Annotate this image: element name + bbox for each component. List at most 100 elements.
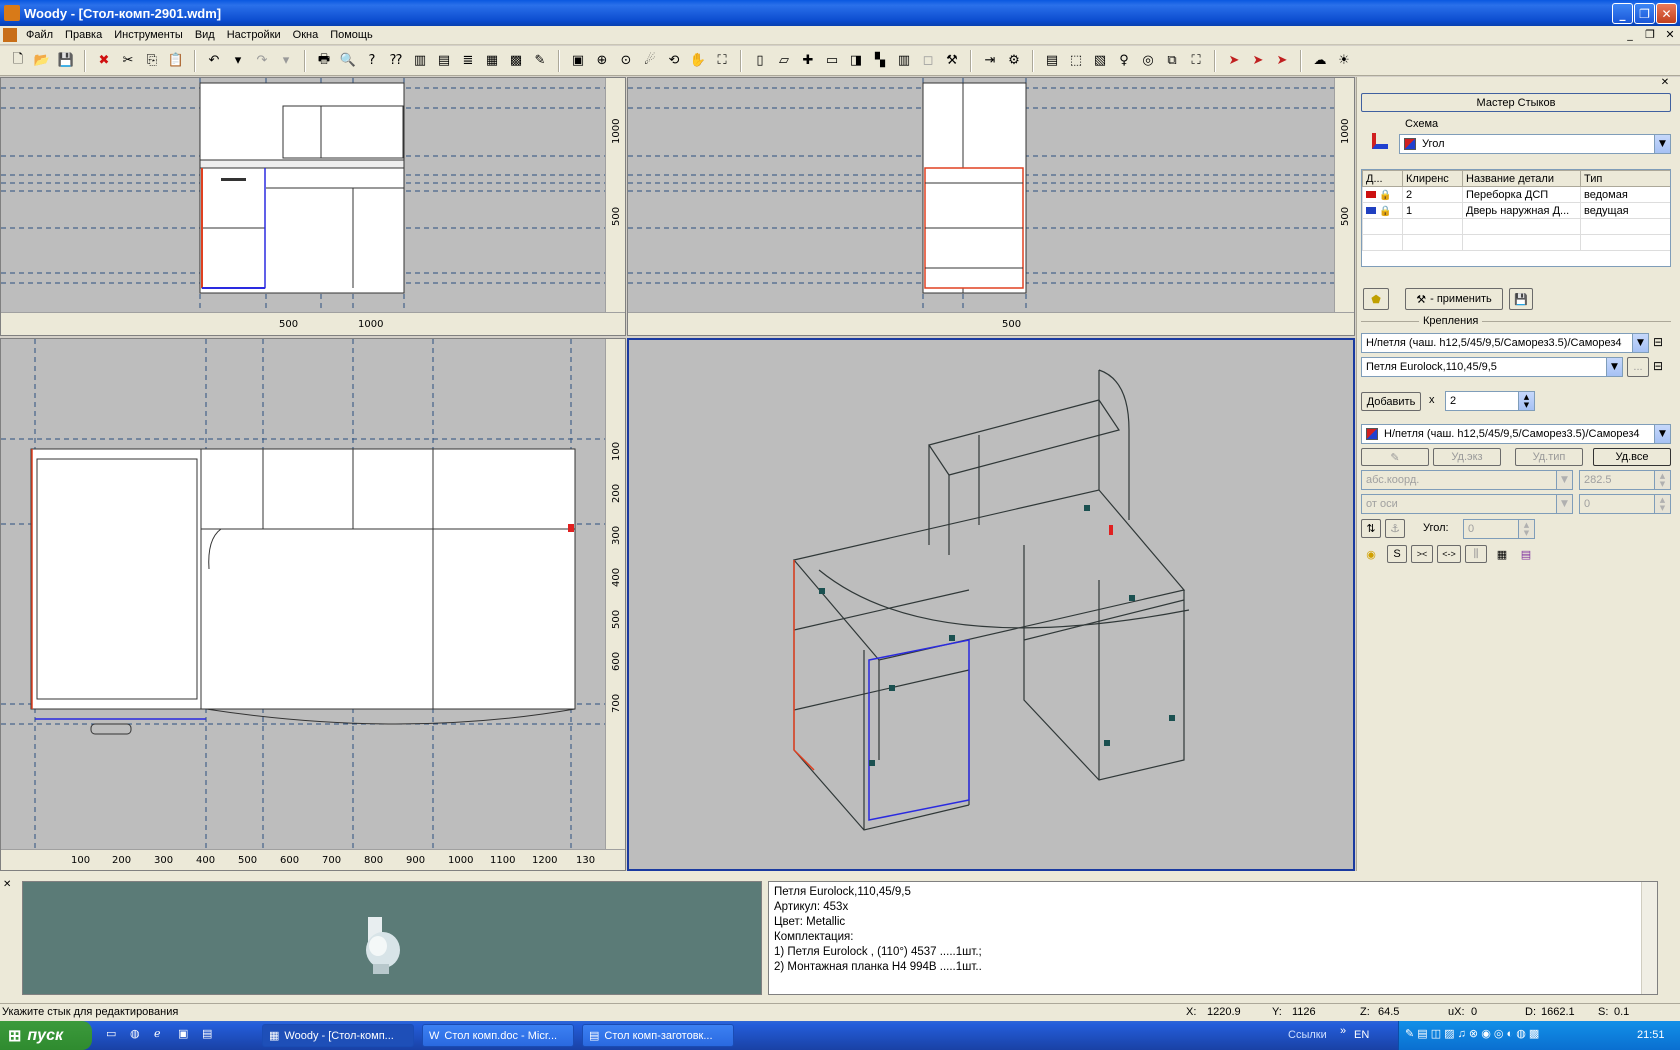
apply-button[interactable]: ⚒ - применить [1405, 288, 1503, 310]
viewport-3d[interactable] [627, 338, 1355, 871]
joint-wizard-header[interactable]: Мастер Стыков [1361, 93, 1671, 112]
light-icon[interactable]: ♀ [1113, 50, 1135, 72]
cylinder-icon[interactable]: ◎ [1137, 50, 1159, 72]
delete-all-button[interactable]: Уд.все [1593, 448, 1671, 466]
fit-all-icon[interactable]: ⛶ [711, 50, 733, 72]
export-icon[interactable]: ⇥ [979, 50, 1001, 72]
eraser-button[interactable]: ⬟ [1363, 288, 1389, 310]
paste-icon[interactable]: 📋 [165, 50, 187, 72]
chevron-down-icon[interactable]: ▼ [1632, 334, 1648, 352]
flip-button[interactable]: ⇅ [1361, 519, 1381, 538]
chevron-down-icon[interactable]: ▼ [1654, 135, 1670, 153]
print-preview-icon[interactable]: 🔍 [337, 50, 359, 72]
task-blank-doc[interactable]: ▤ Стол комп-заготовк... [582, 1024, 734, 1047]
open-folder-icon[interactable]: 📂 [31, 50, 53, 72]
wand-icon[interactable]: ✎ [529, 50, 551, 72]
links-chevron-icon[interactable]: » [1340, 1025, 1346, 1037]
colors-icon[interactable]: ▚ [869, 50, 891, 72]
zoom-icon[interactable]: ⊙ [615, 50, 637, 72]
axis-value-spinner[interactable]: 0 ▲ ▼ [1579, 494, 1671, 514]
picker-button[interactable]: ✎ [1361, 448, 1429, 466]
arrow-tool-2-icon[interactable]: ➤ [1247, 50, 1269, 72]
calculator-icon[interactable]: ▤ [202, 1027, 212, 1040]
panel-close-icon[interactable]: ✕ [1657, 77, 1673, 91]
menu-help[interactable]: Помощь [324, 29, 379, 41]
view-render-icon[interactable]: ▧ [1089, 50, 1111, 72]
chevron-down-icon[interactable]: ▼ [1606, 358, 1622, 376]
angle-spinner[interactable]: 0 ▲ ▼ [1463, 519, 1535, 539]
tray-icons[interactable]: ✎ ▤ ◫ ▨ ♫ ⊗ ◉ ◎ ◐ ◍ ▩ [1405, 1027, 1539, 1040]
task-woody[interactable]: ▦ Woody - [Стол-комп... [262, 1024, 414, 1047]
undo-list-icon[interactable]: ▾ [227, 50, 249, 72]
cut-icon[interactable]: ✂ [117, 50, 139, 72]
library-icon[interactable]: ▥ [409, 50, 431, 72]
column-header-clearance[interactable]: Клиренс [1402, 170, 1463, 187]
rotate-icon[interactable]: ⟲ [663, 50, 685, 72]
viewport-side[interactable]: 1000 500 500 [627, 77, 1355, 336]
mdi-restore-button[interactable]: ❐ [1642, 28, 1658, 42]
door-icon[interactable]: ◨ [845, 50, 867, 72]
column-header-part-name[interactable]: Название детали [1462, 170, 1581, 187]
fastening-select-3[interactable]: Н/петля (чаш. h12,5/45/9,5/Саморез3.5)/С… [1361, 424, 1671, 444]
browse-button[interactable]: ... [1627, 357, 1649, 377]
undo-icon[interactable]: ↶ [203, 50, 225, 72]
task-word-doc[interactable]: W Стол комп.doc - Micr... [422, 1024, 574, 1047]
spinner-arrows-icon[interactable]: ▲ ▼ [1654, 471, 1670, 489]
language-indicator[interactable]: EN [1354, 1029, 1369, 1041]
book-button[interactable]: ▤ [1515, 545, 1537, 563]
coord-value-spinner[interactable]: 282.5 ▲ ▼ [1579, 470, 1671, 490]
spinner-arrows-icon[interactable]: ▲ ▼ [1518, 392, 1534, 410]
redo-list-icon[interactable]: ▾ [275, 50, 297, 72]
copy-icon[interactable]: ⎘ [141, 50, 163, 72]
view-front-icon[interactable]: ▤ [1041, 50, 1063, 72]
document-icon[interactable] [3, 28, 17, 42]
materials-icon[interactable]: ▦ [481, 50, 503, 72]
sun-icon[interactable]: ☀ [1333, 50, 1355, 72]
view-3d-icon[interactable]: ⬚ [1065, 50, 1087, 72]
delete-copy-button[interactable]: Уд.экз [1433, 448, 1501, 466]
cube-icon[interactable]: ◻ [917, 50, 939, 72]
texture-icon[interactable]: ▩ [505, 50, 527, 72]
panel-icon[interactable]: ▯ [749, 50, 771, 72]
bottom-panel-close-icon[interactable]: ✕ [3, 879, 11, 890]
shrink-button[interactable]: >< [1411, 545, 1433, 563]
start-button[interactable]: ⊞ пуск [0, 1021, 92, 1050]
arrow-tool-3-icon[interactable]: ➤ [1271, 50, 1293, 72]
zoom-window-icon[interactable]: ⊕ [591, 50, 613, 72]
context-help-icon[interactable]: ⁇ [385, 50, 407, 72]
chevron-down-icon[interactable]: ▼ [1556, 471, 1572, 489]
shelf-icon[interactable]: ▥ [893, 50, 915, 72]
mdi-minimize-button[interactable]: _ [1622, 28, 1638, 42]
column-header-d[interactable]: Д... [1362, 170, 1403, 187]
viewport-top[interactable]: 100 200 300 400 500 600 700 100 200 300 … [0, 338, 626, 871]
save-icon[interactable]: 💾 [55, 50, 77, 72]
joint-icon[interactable]: ⚙ [1003, 50, 1025, 72]
explorer-icon[interactable]: ▣ [178, 1027, 188, 1040]
redo-icon[interactable]: ↷ [251, 50, 273, 72]
cloud-icon[interactable]: ☁ [1309, 50, 1331, 72]
tree-icon[interactable]: ⊟ [1653, 335, 1663, 349]
save-joint-button[interactable]: 💾 [1509, 288, 1533, 310]
joint-parts-table[interactable]: Д... Клиренс Название детали Тип 🔒 2 Пер… [1361, 169, 1671, 267]
arrow-tool-1-icon[interactable]: ➤ [1223, 50, 1245, 72]
help-icon[interactable]: ? [361, 50, 383, 72]
chevron-down-icon[interactable]: ▼ [1556, 495, 1572, 513]
menu-edit[interactable]: Правка [59, 29, 108, 41]
chevron-down-icon[interactable]: ▼ [1654, 425, 1670, 443]
new-file-icon[interactable]: 🗋 [7, 50, 29, 72]
coord-mode-select[interactable]: абс.коорд. ▼ [1361, 470, 1573, 490]
render-button[interactable]: ◉ [1361, 545, 1381, 563]
browser-icon[interactable]: ◍ [130, 1027, 140, 1040]
menu-windows[interactable]: Окна [287, 29, 325, 41]
print-icon[interactable]: 🖶 [313, 50, 335, 72]
tree-icon[interactable]: ⊟ [1653, 359, 1663, 373]
layers-icon[interactable]: ≣ [457, 50, 479, 72]
columns-button[interactable]: ⫼ [1465, 545, 1487, 563]
delete-type-button[interactable]: Уд.тип [1515, 448, 1583, 466]
table-row[interactable]: 🔒 1 Дверь наружная Д... ведущая [1362, 202, 1670, 219]
s-button[interactable]: S [1387, 545, 1407, 563]
info-scrollbar[interactable] [1641, 882, 1657, 994]
show-desktop-icon[interactable]: ▭ [106, 1027, 116, 1040]
layers2-icon[interactable]: ⧉ [1161, 50, 1183, 72]
spinner-arrows-icon[interactable]: ▲ ▼ [1518, 520, 1534, 538]
